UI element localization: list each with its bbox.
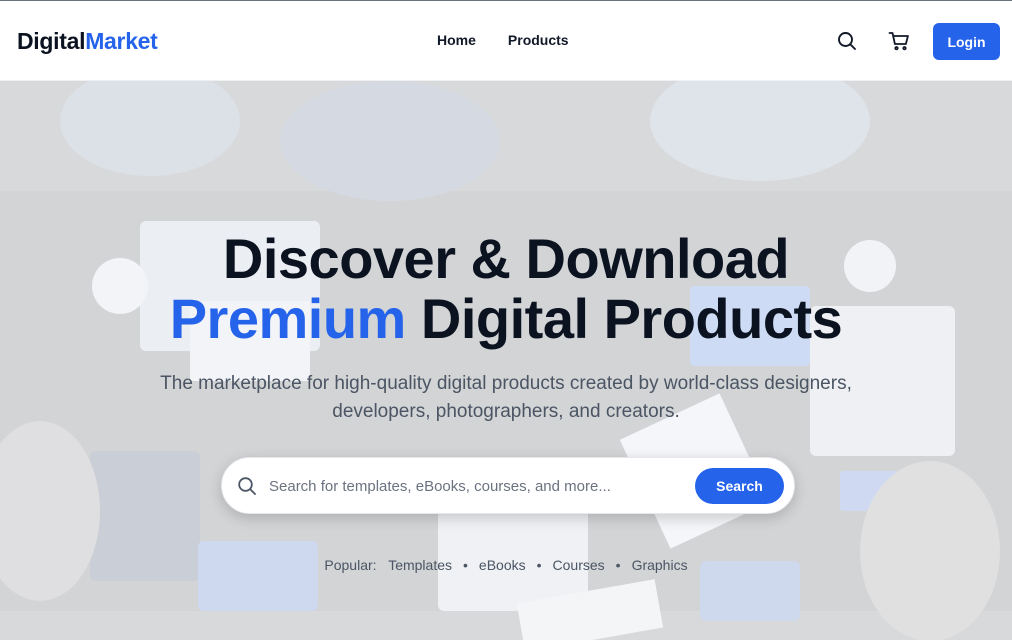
- popular-tag-ebooks[interactable]: eBooks: [479, 557, 526, 573]
- hero-section: Discover & Download Premium Digital Prod…: [0, 81, 1012, 640]
- popular-separator: •: [463, 557, 468, 573]
- cart-icon[interactable]: [887, 29, 911, 53]
- hero-search-box: Search: [221, 457, 795, 514]
- hero-content: Discover & Download Premium Digital Prod…: [0, 81, 1012, 640]
- popular-tag-graphics[interactable]: Graphics: [632, 557, 688, 573]
- navbar: DigitalMarket Home Products Login: [0, 1, 1012, 81]
- hero-headline-accent: Premium: [169, 287, 407, 350]
- hero-headline: Discover & Download Premium Digital Prod…: [0, 229, 1012, 349]
- search-field-icon: [237, 476, 257, 496]
- popular-separator: •: [536, 557, 542, 573]
- hero-search-button[interactable]: Search: [695, 468, 784, 504]
- main-nav: Home Products: [437, 32, 569, 48]
- hero-headline-rest: Digital Products: [420, 287, 843, 350]
- popular-tag-courses[interactable]: Courses: [553, 557, 605, 573]
- hero-headline-line1: Discover & Download: [222, 227, 790, 290]
- brand-logo[interactable]: DigitalMarket: [17, 28, 158, 55]
- popular-tag-templates[interactable]: Templates: [388, 557, 452, 573]
- popular-separator: •: [615, 557, 621, 573]
- nav-link-home[interactable]: Home: [437, 32, 476, 48]
- login-button[interactable]: Login: [933, 23, 1000, 60]
- nav-link-products[interactable]: Products: [508, 32, 569, 48]
- popular-label: Popular:: [324, 557, 377, 573]
- hero-headline-line2: Premium Digital Products: [0, 289, 1012, 349]
- hero-search-input[interactable]: [269, 473, 689, 500]
- hero-subtitle: The marketplace for high-quality digital…: [160, 373, 852, 422]
- search-icon[interactable]: [835, 29, 859, 53]
- brand-logo-primary: Digital: [17, 28, 86, 54]
- popular-tags: Popular: Templates • eBooks • Courses • Graphi…: [0, 557, 1012, 573]
- brand-logo-accent: Market: [85, 28, 158, 54]
